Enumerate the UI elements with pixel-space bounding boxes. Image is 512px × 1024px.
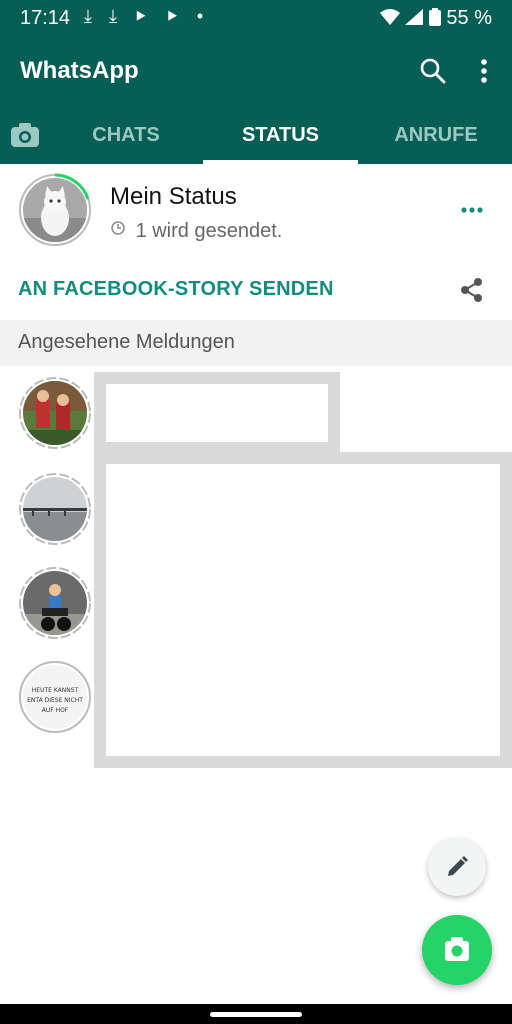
- wifi-icon: [379, 9, 400, 25]
- new-camera-status-button[interactable]: [422, 915, 492, 985]
- tab-status[interactable]: STATUS: [203, 106, 358, 164]
- tab-calls[interactable]: ANRUFE: [372, 106, 500, 164]
- pier-photo-thumbnail: [19, 473, 91, 545]
- more-vert-icon[interactable]: [468, 54, 502, 88]
- list-item[interactable]: [18, 472, 92, 546]
- system-nav-bar: [0, 1004, 512, 1024]
- loading-placeholder-large: [94, 452, 512, 768]
- battery-percent: 55 %: [446, 7, 492, 29]
- pencil-icon: [448, 856, 468, 876]
- camera-icon: [445, 937, 469, 961]
- tab-chats[interactable]: CHATS: [62, 106, 190, 164]
- list-item[interactable]: HEUTE KANNST ENTA DIESE NICHT AUF HOF: [18, 660, 92, 734]
- my-status-subtitle: 1 wird gesendet.: [110, 220, 282, 243]
- motorcycle-photo-thumbnail: [19, 567, 91, 639]
- list-item[interactable]: [18, 376, 92, 450]
- battery-icon: [428, 8, 441, 26]
- clock-icon: [111, 221, 125, 235]
- more-horiz-icon[interactable]: [458, 200, 488, 220]
- section-header-label: Angesehene Meldungen: [18, 331, 235, 353]
- search-icon[interactable]: [416, 54, 450, 88]
- clock: 17:14: [20, 7, 71, 29]
- signal-icon: [405, 9, 424, 25]
- camera-tab-icon[interactable]: [10, 121, 40, 149]
- new-text-status-button[interactable]: [428, 838, 486, 896]
- home-gesture-pill[interactable]: [210, 1012, 302, 1017]
- tab-bar: CHATS STATUS ANRUFE: [0, 106, 512, 164]
- my-status-name: Mein Status: [110, 183, 237, 210]
- text-image-caption: HEUTE KANNST ENTA DIESE NICHT AUF HOF: [27, 687, 83, 714]
- list-item[interactable]: [18, 566, 92, 640]
- status-bar: 17:14 ⤓ ⤓ ⯈ ⯈ • 55 %: [0, 0, 512, 36]
- app-title: WhatsApp: [20, 57, 139, 84]
- notification-icons: ⤓ ⤓ ⯈ ⯈ •: [84, 6, 210, 26]
- share-to-facebook-story-link[interactable]: AN FACEBOOK-STORY SENDEN: [18, 278, 334, 301]
- app-bar: WhatsApp: [0, 36, 512, 106]
- my-avatar: [23, 178, 87, 242]
- share-icon[interactable]: [458, 276, 486, 304]
- section-header: Angesehene Meldungen: [0, 320, 512, 366]
- sending-text: 1 wird gesendet.: [135, 220, 283, 242]
- loading-placeholder: [94, 372, 340, 454]
- status-right: 55 %: [379, 7, 492, 30]
- kids-photo-thumbnail: [19, 377, 91, 449]
